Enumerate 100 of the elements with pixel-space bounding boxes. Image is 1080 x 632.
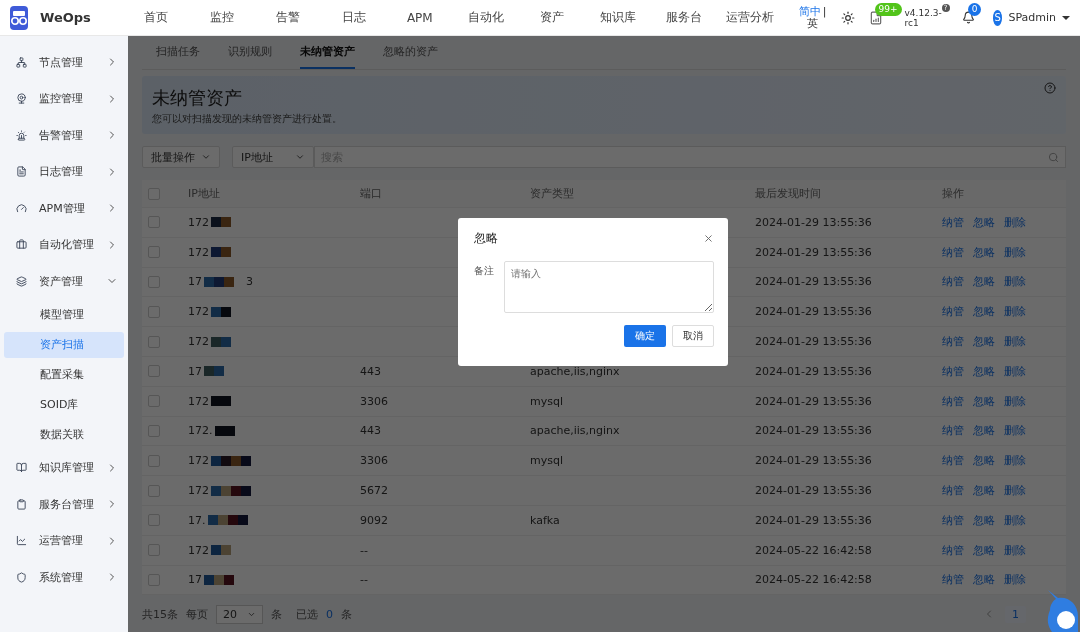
action-link[interactable]: 纳管 [942, 423, 964, 439]
table-cell-text: 2024-01-29 13:55:36 [755, 484, 873, 498]
sidebar-item[interactable]: 告警管理 [0, 117, 128, 154]
action-link[interactable]: 删除 [1004, 363, 1026, 379]
tab[interactable]: 识别规则 [228, 36, 272, 69]
cancel-button[interactable]: 取消 [672, 325, 714, 347]
action-link[interactable]: 纳管 [942, 512, 964, 528]
action-link[interactable]: 删除 [1004, 572, 1026, 588]
language-separator: | [822, 5, 827, 18]
brand-name: WeOps [40, 10, 91, 25]
nav-item[interactable]: 监控 [188, 9, 255, 26]
table-cell: 3306 [360, 394, 388, 408]
confirm-button[interactable]: 确定 [624, 325, 666, 347]
sidebar-item[interactable]: 资产管理 [0, 263, 128, 300]
nav-item[interactable]: 首页 [122, 9, 189, 26]
action-link[interactable]: 忽略 [973, 334, 995, 350]
action-link[interactable]: 忽略 [973, 274, 995, 290]
user-avatar[interactable]: S [992, 9, 1003, 26]
language-option[interactable]: 简中 [798, 5, 821, 18]
action-link[interactable]: 纳管 [942, 334, 964, 350]
sidebar-item[interactable]: 运营管理 [0, 522, 128, 559]
sidebar-item[interactable]: 知识库管理 [0, 449, 128, 486]
nav-item[interactable]: 自动化 [452, 9, 519, 26]
tab[interactable]: 忽略的资产 [383, 36, 438, 69]
remark-field[interactable]: 请输入 [504, 261, 714, 313]
action-link[interactable]: 删除 [1004, 304, 1026, 320]
action-link[interactable]: 删除 [1004, 274, 1026, 290]
nav-item[interactable]: 资产 [518, 9, 585, 26]
table-cell: 172 [188, 454, 209, 468]
user-name[interactable]: SPadmin [1008, 11, 1056, 24]
action-link[interactable]: 删除 [1004, 334, 1026, 350]
action-link[interactable]: 忽略 [973, 214, 995, 230]
action-link[interactable]: 删除 [1004, 393, 1026, 409]
action-link[interactable]: 忽略 [973, 483, 995, 499]
table-cell: 172 [188, 484, 209, 498]
action-link[interactable]: 删除 [1004, 542, 1026, 558]
selected-count: 0 [326, 607, 333, 621]
language-option[interactable]: 英 [807, 17, 819, 30]
action-link[interactable]: 纳管 [942, 274, 964, 290]
sidebar-subitem[interactable]: 模型管理 [4, 301, 124, 328]
table-cell: 17. [188, 513, 206, 527]
sidebar-item[interactable]: 自动化管理 [0, 226, 128, 263]
sidebar-item[interactable]: 节点管理 [0, 44, 128, 81]
action-link[interactable]: 纳管 [942, 453, 964, 469]
tab[interactable]: 扫描任务 [156, 36, 200, 69]
action-link[interactable]: 忽略 [973, 363, 995, 379]
table-cell: 172 [188, 394, 209, 408]
nav-item[interactable]: 服务台 [650, 9, 717, 26]
notification-badge: 99+ [874, 2, 902, 16]
field-select[interactable]: IP地址 [232, 146, 314, 168]
action-link[interactable]: 忽略 [973, 304, 995, 320]
action-link[interactable]: 忽略 [973, 453, 995, 469]
action-link[interactable]: 忽略 [973, 542, 995, 558]
action-link[interactable]: 忽略 [973, 572, 995, 588]
nav-item[interactable]: 告警 [254, 9, 321, 26]
action-link[interactable]: 纳管 [942, 542, 964, 558]
action-link[interactable]: 纳管 [942, 572, 964, 588]
action-link[interactable]: 纳管 [942, 483, 964, 499]
bulk-action-dropdown[interactable]: 批量操作 [142, 146, 220, 168]
sidebar-item[interactable]: 服务台管理 [0, 486, 128, 523]
action-link[interactable]: 删除 [1004, 214, 1026, 230]
nav-item[interactable]: 日志 [320, 9, 387, 26]
action-link[interactable]: 忽略 [973, 393, 995, 409]
table-cell: apache,iis,nginx [530, 364, 620, 378]
action-link[interactable]: 删除 [1004, 453, 1026, 469]
dialog-title: 忽略 [474, 230, 498, 247]
action-link[interactable]: 忽略 [973, 244, 995, 260]
sidebar-item[interactable]: 日志管理 [0, 153, 128, 190]
action-link[interactable]: 纳管 [942, 304, 964, 320]
page-size-select[interactable]: 20 [216, 604, 263, 624]
action-link[interactable]: 纳管 [942, 393, 964, 409]
table-cell: kafka [530, 513, 560, 527]
nav-item[interactable]: APM [386, 10, 453, 25]
nav-item[interactable]: 知识库 [584, 9, 651, 26]
action-link[interactable]: 删除 [1004, 512, 1026, 528]
action-link[interactable]: 删除 [1004, 244, 1026, 260]
action-link[interactable]: 删除 [1004, 423, 1026, 439]
sidebar-item[interactable]: APM管理 [0, 190, 128, 227]
action-link[interactable]: 删除 [1004, 483, 1026, 499]
sidebar-subitem[interactable]: 资产扫描 [4, 331, 124, 358]
table-cell: 3 [246, 275, 253, 289]
action-link[interactable]: 纳管 [942, 244, 964, 260]
sidebar-subitem[interactable]: 数据关联 [4, 421, 124, 448]
sidebar-subitem[interactable]: SOID库 [4, 391, 124, 418]
action-link[interactable]: 纳管 [942, 363, 964, 379]
action-link[interactable]: 纳管 [942, 214, 964, 230]
nav-item[interactable]: 运营分析 [716, 9, 783, 26]
page-button[interactable]: 1 [1005, 605, 1026, 623]
sidebar-subitem[interactable]: 配置采集 [4, 361, 124, 388]
sidebar-item[interactable]: 监控管理 [0, 80, 128, 117]
table-cell: 443 [360, 364, 381, 378]
tab[interactable]: 未纳管资产 [300, 36, 355, 69]
table-cell: 172 [188, 245, 209, 259]
sidebar-item[interactable]: 系统管理 [0, 559, 128, 596]
action-link[interactable]: 忽略 [973, 423, 995, 439]
table-cell-text: 2024-01-29 13:55:36 [755, 275, 873, 289]
table-cell: 17 [188, 364, 202, 378]
action-link[interactable]: 忽略 [973, 512, 995, 528]
table-cell: 17 [188, 275, 202, 289]
table-cell: mysql [530, 454, 563, 468]
